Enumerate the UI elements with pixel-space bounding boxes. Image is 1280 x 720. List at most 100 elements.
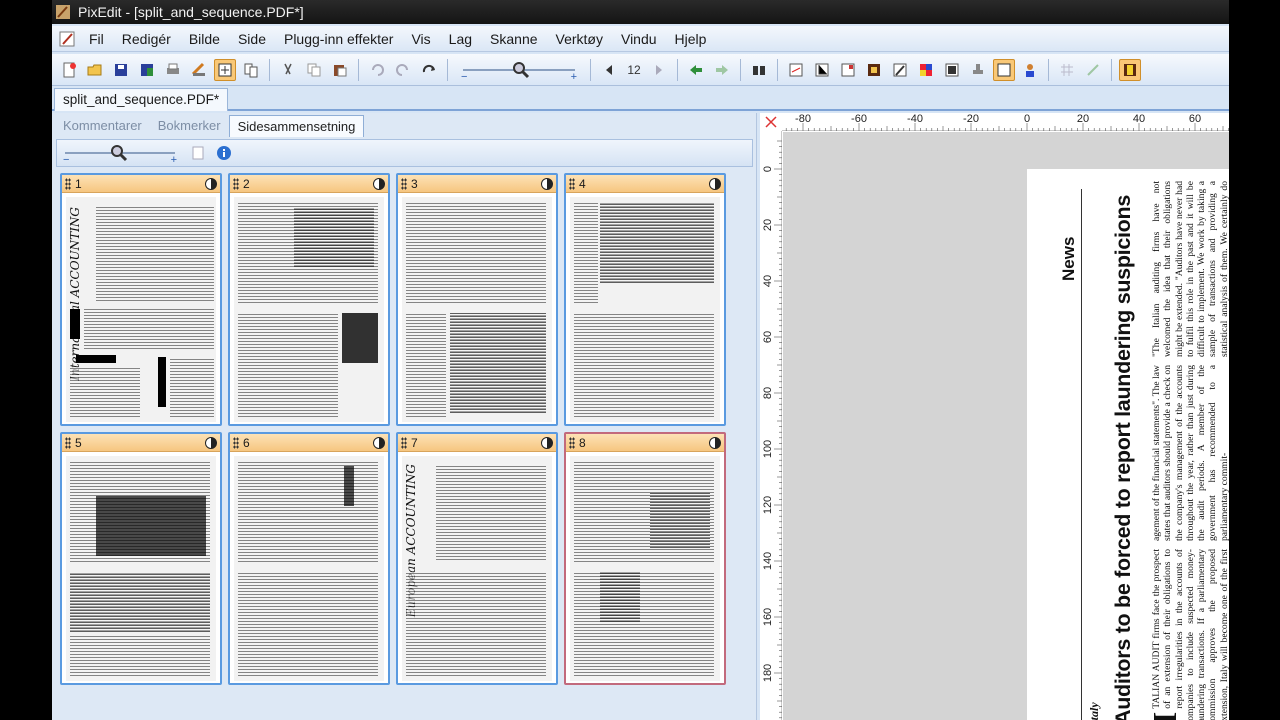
menu-rediger[interactable]: Redigér (113, 28, 180, 50)
thumbnail-view-icon[interactable] (993, 58, 1015, 81)
invert-toggle-icon[interactable] (205, 436, 217, 449)
print-icon[interactable] (162, 59, 184, 81)
menu-bar: Fil Redigér Bilde Side Plugg-inn effekte… (52, 26, 1229, 52)
thumbnail-number: 8 (579, 435, 586, 450)
next-page-icon[interactable] (648, 59, 670, 81)
invert-toggle-icon[interactable] (541, 177, 553, 190)
menu-vindu[interactable]: Vindu (612, 28, 666, 50)
border-remove-icon[interactable] (863, 59, 885, 81)
page-thumbnail[interactable]: 6 (228, 432, 390, 685)
despeckle-icon[interactable] (837, 59, 859, 81)
drag-grip-icon[interactable] (401, 177, 407, 190)
invert-icon[interactable] (941, 59, 963, 81)
thumbnail-size-slider[interactable]: − + (61, 142, 179, 166)
info-icon[interactable] (213, 142, 235, 164)
page-thumbnail-current[interactable]: 8 (564, 432, 726, 685)
drag-grip-icon[interactable] (233, 177, 239, 190)
drag-grip-icon[interactable] (569, 177, 575, 190)
back-arrow-icon[interactable] (685, 59, 707, 81)
new-document-icon[interactable] (58, 59, 80, 81)
redo-icon[interactable] (418, 59, 440, 81)
invert-toggle-icon[interactable] (541, 436, 553, 449)
page-thumbnail[interactable]: 3 (396, 173, 558, 426)
edit-image-icon[interactable] (889, 59, 911, 81)
document-tab[interactable]: split_and_sequence.PDF* (54, 88, 229, 111)
page-thumbnail[interactable]: 5 (60, 432, 222, 685)
page-thumbnail[interactable]: 7 European ACCOUNTING (396, 432, 558, 685)
previous-page-icon[interactable] (598, 59, 620, 81)
tab-sidesammensetning[interactable]: Sidesammensetning (228, 115, 365, 137)
paste-icon[interactable] (329, 59, 351, 81)
menu-fil[interactable]: Fil (80, 28, 113, 50)
scan-icon[interactable] (188, 59, 210, 81)
user-icon[interactable] (1019, 59, 1041, 81)
tab-kommentarer[interactable]: Kommentarer (55, 115, 150, 137)
menu-plugg-inn-effekter[interactable]: Plugg-inn effekter (275, 28, 402, 50)
crop-icon[interactable] (811, 59, 833, 81)
drag-grip-icon[interactable] (65, 436, 71, 449)
page-compose-icon[interactable] (214, 58, 236, 81)
forward-arrow-icon[interactable] (711, 59, 733, 81)
drag-grip-icon[interactable] (233, 436, 239, 449)
open-folder-icon[interactable] (84, 59, 106, 81)
menu-hjelp[interactable]: Hjelp (666, 28, 716, 50)
toolbar-separator (269, 58, 270, 81)
page-thumbnail[interactable]: 4 (564, 173, 726, 426)
pen-icon[interactable] (54, 28, 80, 50)
menu-bilde[interactable]: Bilde (180, 28, 229, 50)
page-properties-icon[interactable] (187, 142, 209, 164)
menu-vis[interactable]: Vis (402, 28, 439, 50)
drag-grip-icon[interactable] (401, 436, 407, 449)
save-all-icon[interactable] (136, 59, 158, 81)
invert-toggle-icon[interactable] (709, 436, 721, 449)
ruler-label: 60 (1188, 113, 1202, 125)
binoculars-icon[interactable] (748, 59, 770, 81)
drag-grip-icon[interactable] (569, 436, 575, 449)
invert-toggle-icon[interactable] (373, 436, 385, 449)
cut-icon[interactable] (277, 59, 299, 81)
thumbnail-grid: 1 International ACCOUNTING 2 3 4 5 6 7 E… (60, 173, 730, 685)
deskew-icon[interactable] (785, 59, 807, 81)
invert-toggle-icon[interactable] (709, 177, 721, 190)
document-page: News Italy Auditors to be forced to repo… (1027, 169, 1229, 720)
menu-skanne[interactable]: Skanne (481, 28, 546, 50)
main-toolbar: − + 12 (52, 54, 1229, 86)
page-canvas[interactable]: News Italy Auditors to be forced to repo… (783, 132, 1229, 720)
thumbnail-larger-icon[interactable]: + (171, 154, 177, 166)
save-icon[interactable] (110, 59, 132, 81)
color-icon[interactable] (915, 59, 937, 81)
menu-side[interactable]: Side (229, 28, 275, 50)
copy-icon[interactable] (303, 59, 325, 81)
undo-icon[interactable] (366, 59, 388, 81)
menu-lag[interactable]: Lag (440, 28, 481, 50)
drag-grip-icon[interactable] (65, 177, 71, 190)
zoom-in-icon[interactable]: + (571, 71, 577, 83)
split-view-icon[interactable] (1119, 58, 1141, 81)
window-title: PixEdit - [split_and_sequence.PDF*] (78, 4, 304, 20)
page-thumbnail[interactable]: 2 (228, 173, 390, 426)
invert-toggle-icon[interactable] (373, 177, 385, 190)
ruler-origin-icon[interactable] (760, 113, 782, 131)
invert-toggle-icon[interactable] (205, 177, 217, 190)
thumbnail-image (570, 456, 720, 681)
zoom-out-icon[interactable]: − (461, 71, 467, 83)
mark-icon[interactable] (1082, 59, 1104, 81)
tab-bokmerker[interactable]: Bokmerker (150, 115, 229, 137)
grid-icon[interactable] (1056, 59, 1078, 81)
page-number[interactable]: 12 (622, 63, 646, 77)
thumbnail-smaller-icon[interactable]: − (63, 154, 69, 166)
thumbnail-number: 4 (579, 176, 586, 191)
thumbnail-header: 5 (62, 434, 220, 452)
ruler-label: 40 (1132, 113, 1146, 125)
thumbnail-magnifier-icon[interactable] (109, 143, 129, 166)
page-thumbnail[interactable]: 1 International ACCOUNTING (60, 173, 222, 426)
menu-verktoy[interactable]: Verktøy (547, 28, 612, 50)
thumbnail-number: 2 (243, 176, 250, 191)
thumbnail-number: 1 (75, 176, 82, 191)
zoom-magnifier-icon[interactable] (511, 60, 531, 83)
page-split-icon[interactable] (240, 59, 262, 81)
stamp-icon[interactable] (967, 59, 989, 81)
redo-disabled-icon[interactable] (392, 59, 414, 81)
zoom-slider[interactable]: − + (459, 59, 579, 83)
toolbar-separator (677, 58, 678, 81)
